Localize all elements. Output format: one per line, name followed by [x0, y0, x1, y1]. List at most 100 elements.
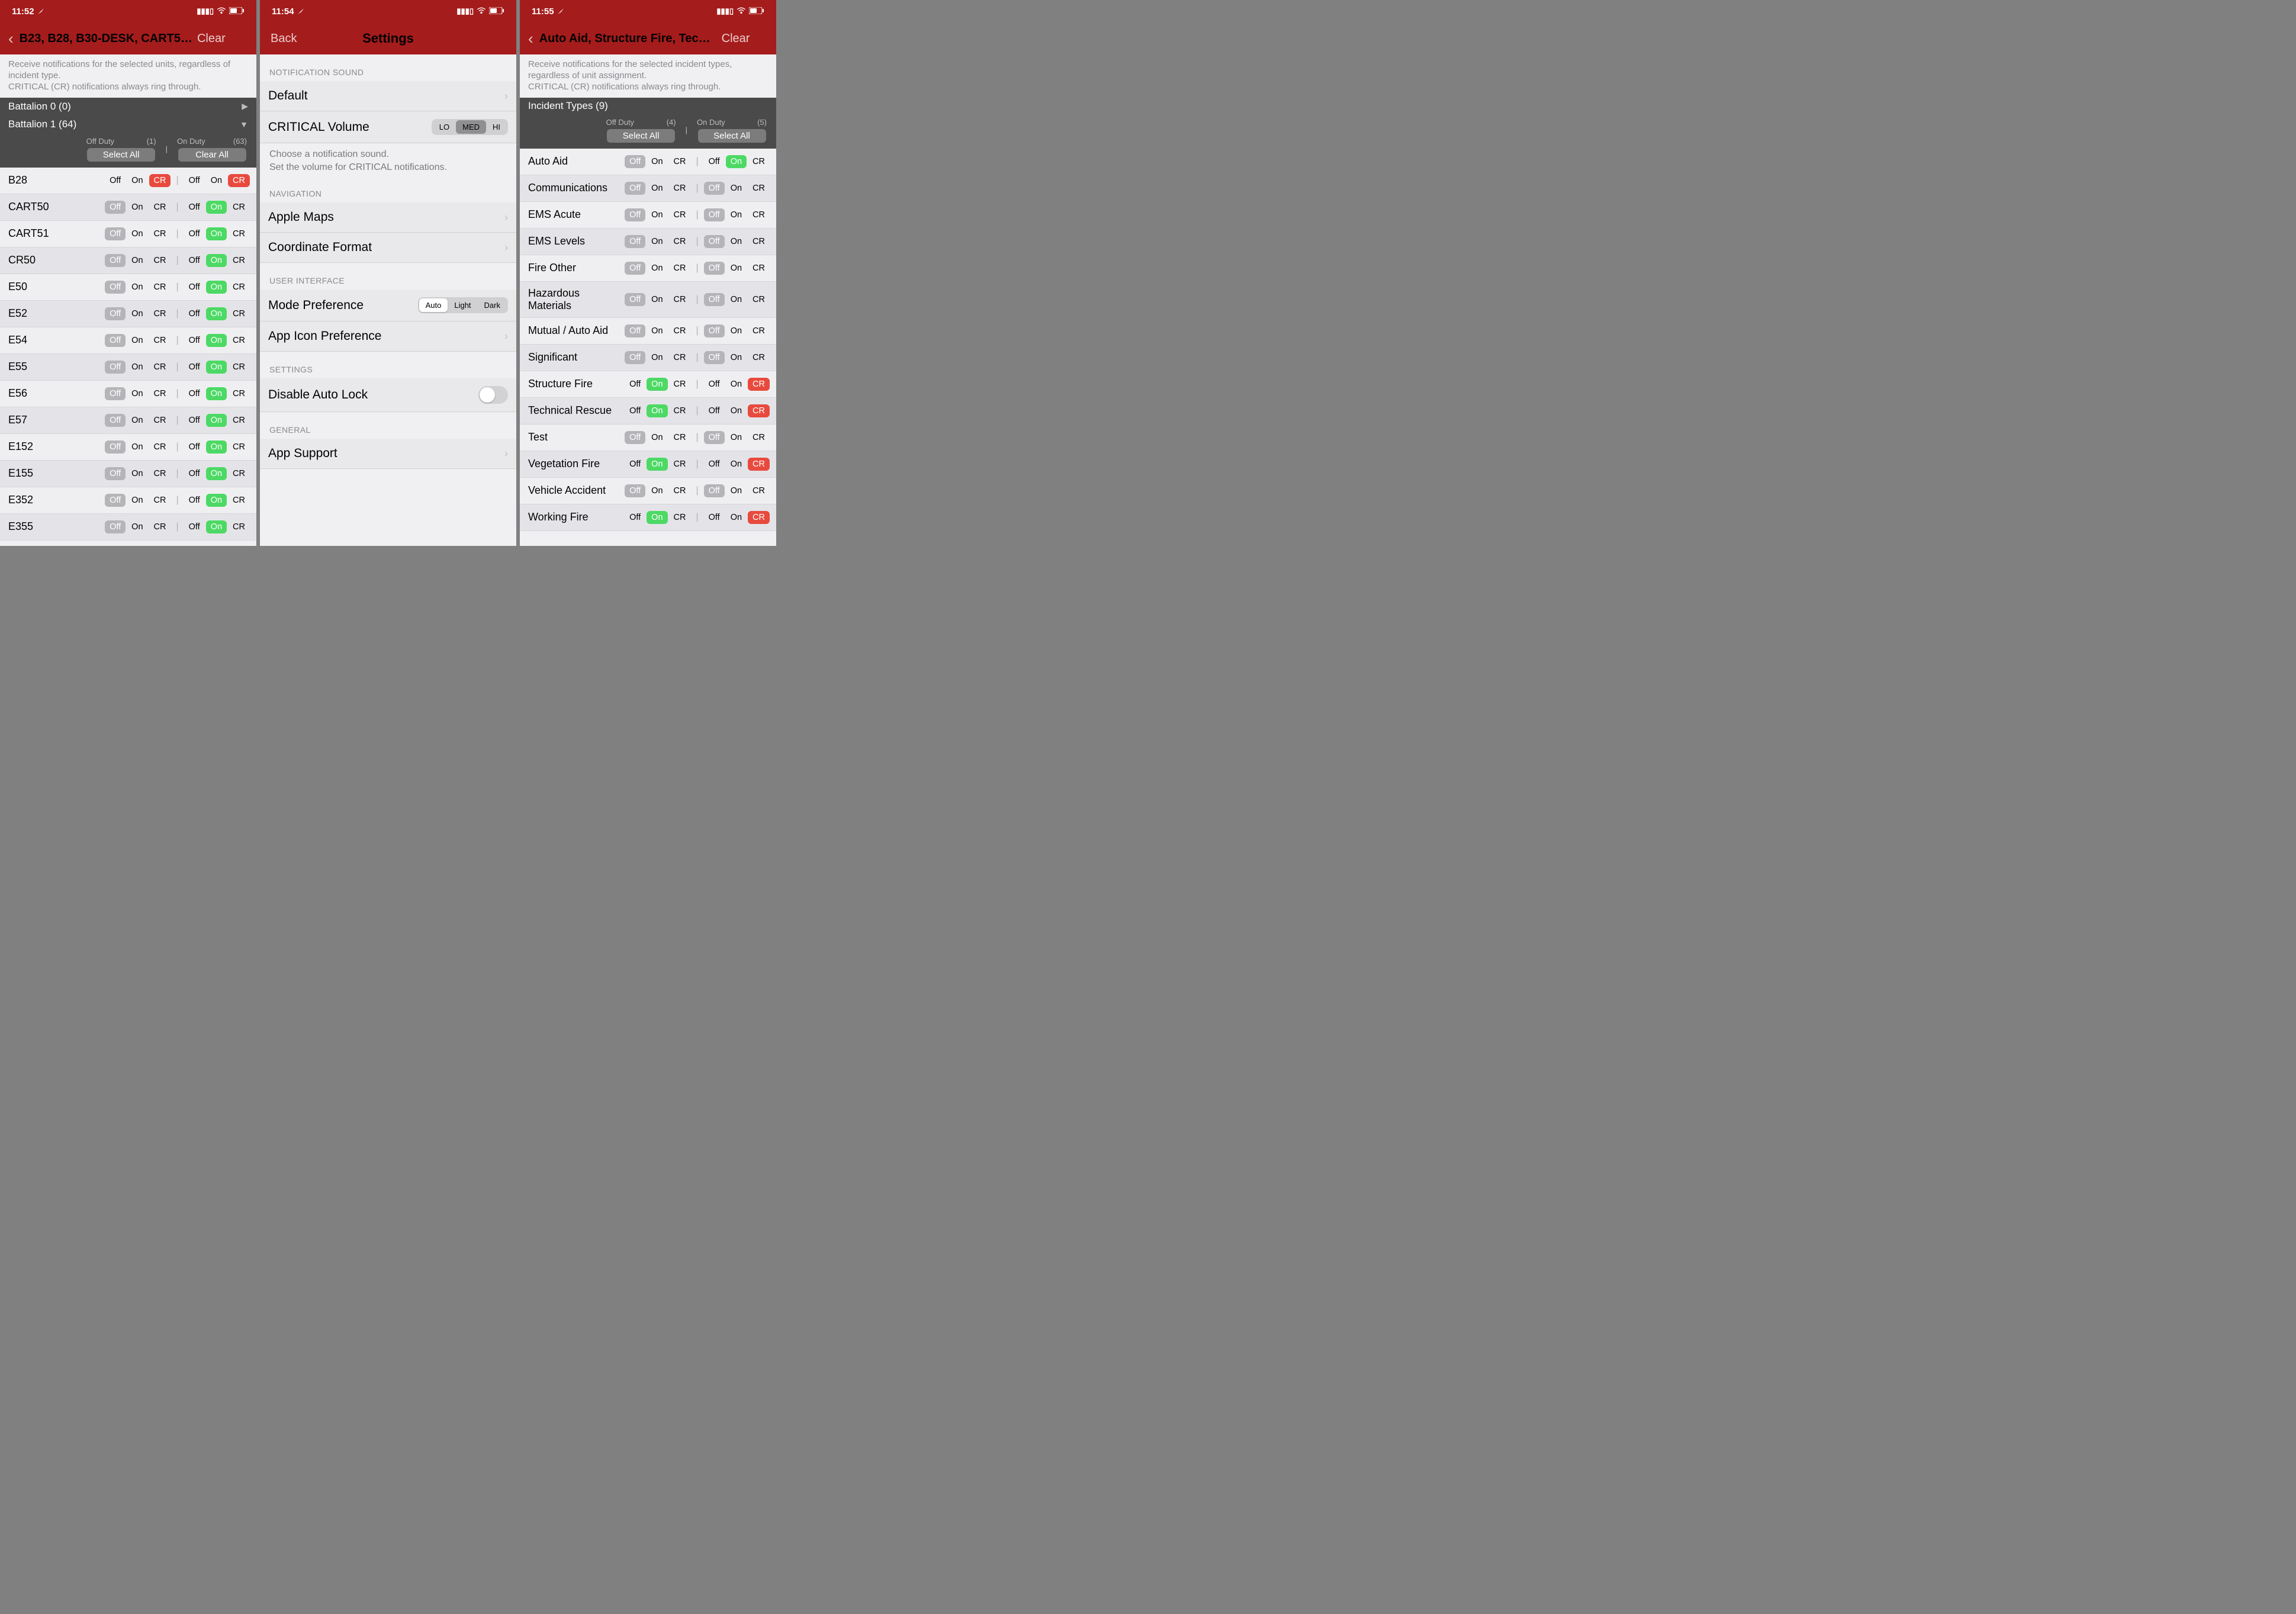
- seg-option-off[interactable]: Off: [704, 324, 725, 337]
- seg-option-on[interactable]: On: [206, 441, 227, 454]
- notification-segment[interactable]: Off On CR: [624, 234, 691, 249]
- back-chevron-icon[interactable]: ‹: [528, 31, 533, 46]
- notification-segment[interactable]: Off On CR: [624, 510, 691, 525]
- seg-option-off[interactable]: Off: [105, 520, 126, 533]
- seg-option-cr[interactable]: CR: [669, 511, 691, 524]
- notification-segment[interactable]: Off On CR: [104, 279, 171, 295]
- seg-option-on[interactable]: On: [206, 281, 227, 294]
- seg-option-off[interactable]: Off: [184, 467, 205, 480]
- notification-segment[interactable]: Off On CR: [104, 493, 171, 508]
- seg-option-on[interactable]: On: [726, 404, 747, 417]
- seg-option-off[interactable]: Off: [184, 254, 205, 267]
- seg-option-cr[interactable]: CR: [669, 262, 691, 275]
- seg-option-on[interactable]: On: [726, 262, 747, 275]
- notification-segment[interactable]: Off On CR: [624, 261, 691, 276]
- seg-option-cr[interactable]: CR: [149, 227, 171, 240]
- notification-segment[interactable]: Off On CR: [624, 181, 691, 196]
- select-all-button[interactable]: Select All: [87, 148, 155, 162]
- notification-segment[interactable]: Off On CR: [104, 253, 171, 268]
- notification-segment[interactable]: Off On CR: [104, 519, 171, 535]
- seg-option-on[interactable]: On: [647, 484, 667, 497]
- seg-option-cr[interactable]: CR: [149, 361, 171, 374]
- seg-option-off[interactable]: Off: [105, 414, 126, 427]
- notification-segment[interactable]: Off On CR: [703, 403, 770, 419]
- seg-option-off[interactable]: Off: [625, 235, 645, 248]
- seg-option-off[interactable]: Off: [704, 458, 725, 471]
- seg-option-cr[interactable]: CR: [149, 414, 171, 427]
- seg-option-cr[interactable]: CR: [228, 494, 250, 507]
- seg-option-on[interactable]: On: [726, 208, 747, 221]
- notification-segment[interactable]: Off On CR: [624, 323, 691, 339]
- seg-option-on[interactable]: On: [127, 334, 147, 347]
- seg-option-on[interactable]: On: [726, 235, 747, 248]
- seg-option-off[interactable]: Off: [625, 182, 645, 195]
- seg-option-on[interactable]: On: [647, 351, 667, 364]
- notification-segment[interactable]: Off On CR: [104, 306, 171, 321]
- notification-segment[interactable]: Off On CR: [703, 350, 770, 365]
- seg-option-cr[interactable]: CR: [748, 208, 770, 221]
- seg-option-cr[interactable]: CR: [228, 441, 250, 454]
- seg-option-on[interactable]: On: [726, 324, 747, 337]
- seg-option-on[interactable]: On: [206, 467, 227, 480]
- seg-option-cr[interactable]: CR: [748, 511, 770, 524]
- seg-option-on[interactable]: On: [127, 281, 147, 294]
- seg-option-on[interactable]: On: [726, 351, 747, 364]
- seg-option-on[interactable]: On: [127, 227, 147, 240]
- seg-option-on[interactable]: On: [206, 201, 227, 214]
- seg-option-off[interactable]: Off: [704, 378, 725, 391]
- seg-option-off[interactable]: Off: [704, 208, 725, 221]
- seg-option-on[interactable]: On: [647, 182, 667, 195]
- seg-option-off[interactable]: Off: [704, 293, 725, 306]
- seg-option-cr[interactable]: CR: [748, 378, 770, 391]
- seg-option-cr[interactable]: CR: [228, 334, 250, 347]
- seg-option-on[interactable]: On: [206, 334, 227, 347]
- seg-option-on[interactable]: On: [127, 201, 147, 214]
- battalion-0-header[interactable]: Battalion 0 (0)▶: [0, 98, 256, 115]
- seg-option-off[interactable]: Off: [625, 262, 645, 275]
- seg-option-off[interactable]: Off: [184, 494, 205, 507]
- notification-segment[interactable]: Off On CR: [184, 493, 250, 508]
- seg-option-off[interactable]: Off: [625, 404, 645, 417]
- seg-option-off[interactable]: Off: [704, 484, 725, 497]
- seg-option-off[interactable]: Off: [105, 334, 126, 347]
- seg-option-on[interactable]: On: [726, 484, 747, 497]
- seg-option-on[interactable]: On: [726, 458, 747, 471]
- notification-segment[interactable]: Off On CR: [624, 207, 691, 223]
- seg-option-off[interactable]: Off: [625, 208, 645, 221]
- notification-segment[interactable]: Off On CR: [703, 207, 770, 223]
- clear-button[interactable]: Clear: [197, 32, 226, 46]
- seg-option-off[interactable]: Off: [704, 404, 725, 417]
- notification-segment[interactable]: Off On CR: [624, 350, 691, 365]
- seg-option-cr[interactable]: CR: [149, 281, 171, 294]
- seg-option-on[interactable]: On: [127, 467, 147, 480]
- clear-all-button[interactable]: Clear All: [178, 148, 246, 162]
- seg-option-cr[interactable]: CR: [748, 235, 770, 248]
- seg-option-on[interactable]: On: [127, 307, 147, 320]
- seg-option-cr[interactable]: CR: [149, 387, 171, 400]
- seg-option-off[interactable]: Off: [184, 414, 205, 427]
- seg-option-off[interactable]: Off: [704, 182, 725, 195]
- notification-segment[interactable]: Off On CR: [703, 430, 770, 445]
- notification-segment[interactable]: Off On CR: [184, 519, 250, 535]
- select-all-offduty-button[interactable]: Select All: [607, 129, 675, 143]
- notification-segment[interactable]: Off On CR: [703, 456, 770, 472]
- seg-option-cr[interactable]: CR: [228, 201, 250, 214]
- seg-option-on[interactable]: On: [127, 387, 147, 400]
- notification-segment[interactable]: Off On CR: [184, 359, 250, 375]
- seg-option-off[interactable]: Off: [704, 262, 725, 275]
- seg-option-cr[interactable]: CR: [228, 307, 250, 320]
- seg-option-off[interactable]: Off: [704, 511, 725, 524]
- seg-option-off[interactable]: Off: [105, 201, 126, 214]
- seg-option-cr[interactable]: CR: [669, 351, 691, 364]
- seg-option-cr[interactable]: CR: [228, 520, 250, 533]
- seg-option-cr[interactable]: CR: [228, 174, 250, 187]
- notification-segment[interactable]: Off On CR: [104, 439, 171, 455]
- seg-option-cr[interactable]: CR: [669, 293, 691, 306]
- seg-option-on[interactable]: On: [206, 254, 227, 267]
- notification-segment[interactable]: Off On CR: [184, 173, 250, 188]
- seg-option-cr[interactable]: CR: [228, 467, 250, 480]
- seg-option-cr[interactable]: CR: [748, 155, 770, 168]
- seg-option-cr[interactable]: CR: [149, 494, 171, 507]
- seg-option-off[interactable]: Off: [184, 227, 205, 240]
- seg-option-cr[interactable]: CR: [228, 387, 250, 400]
